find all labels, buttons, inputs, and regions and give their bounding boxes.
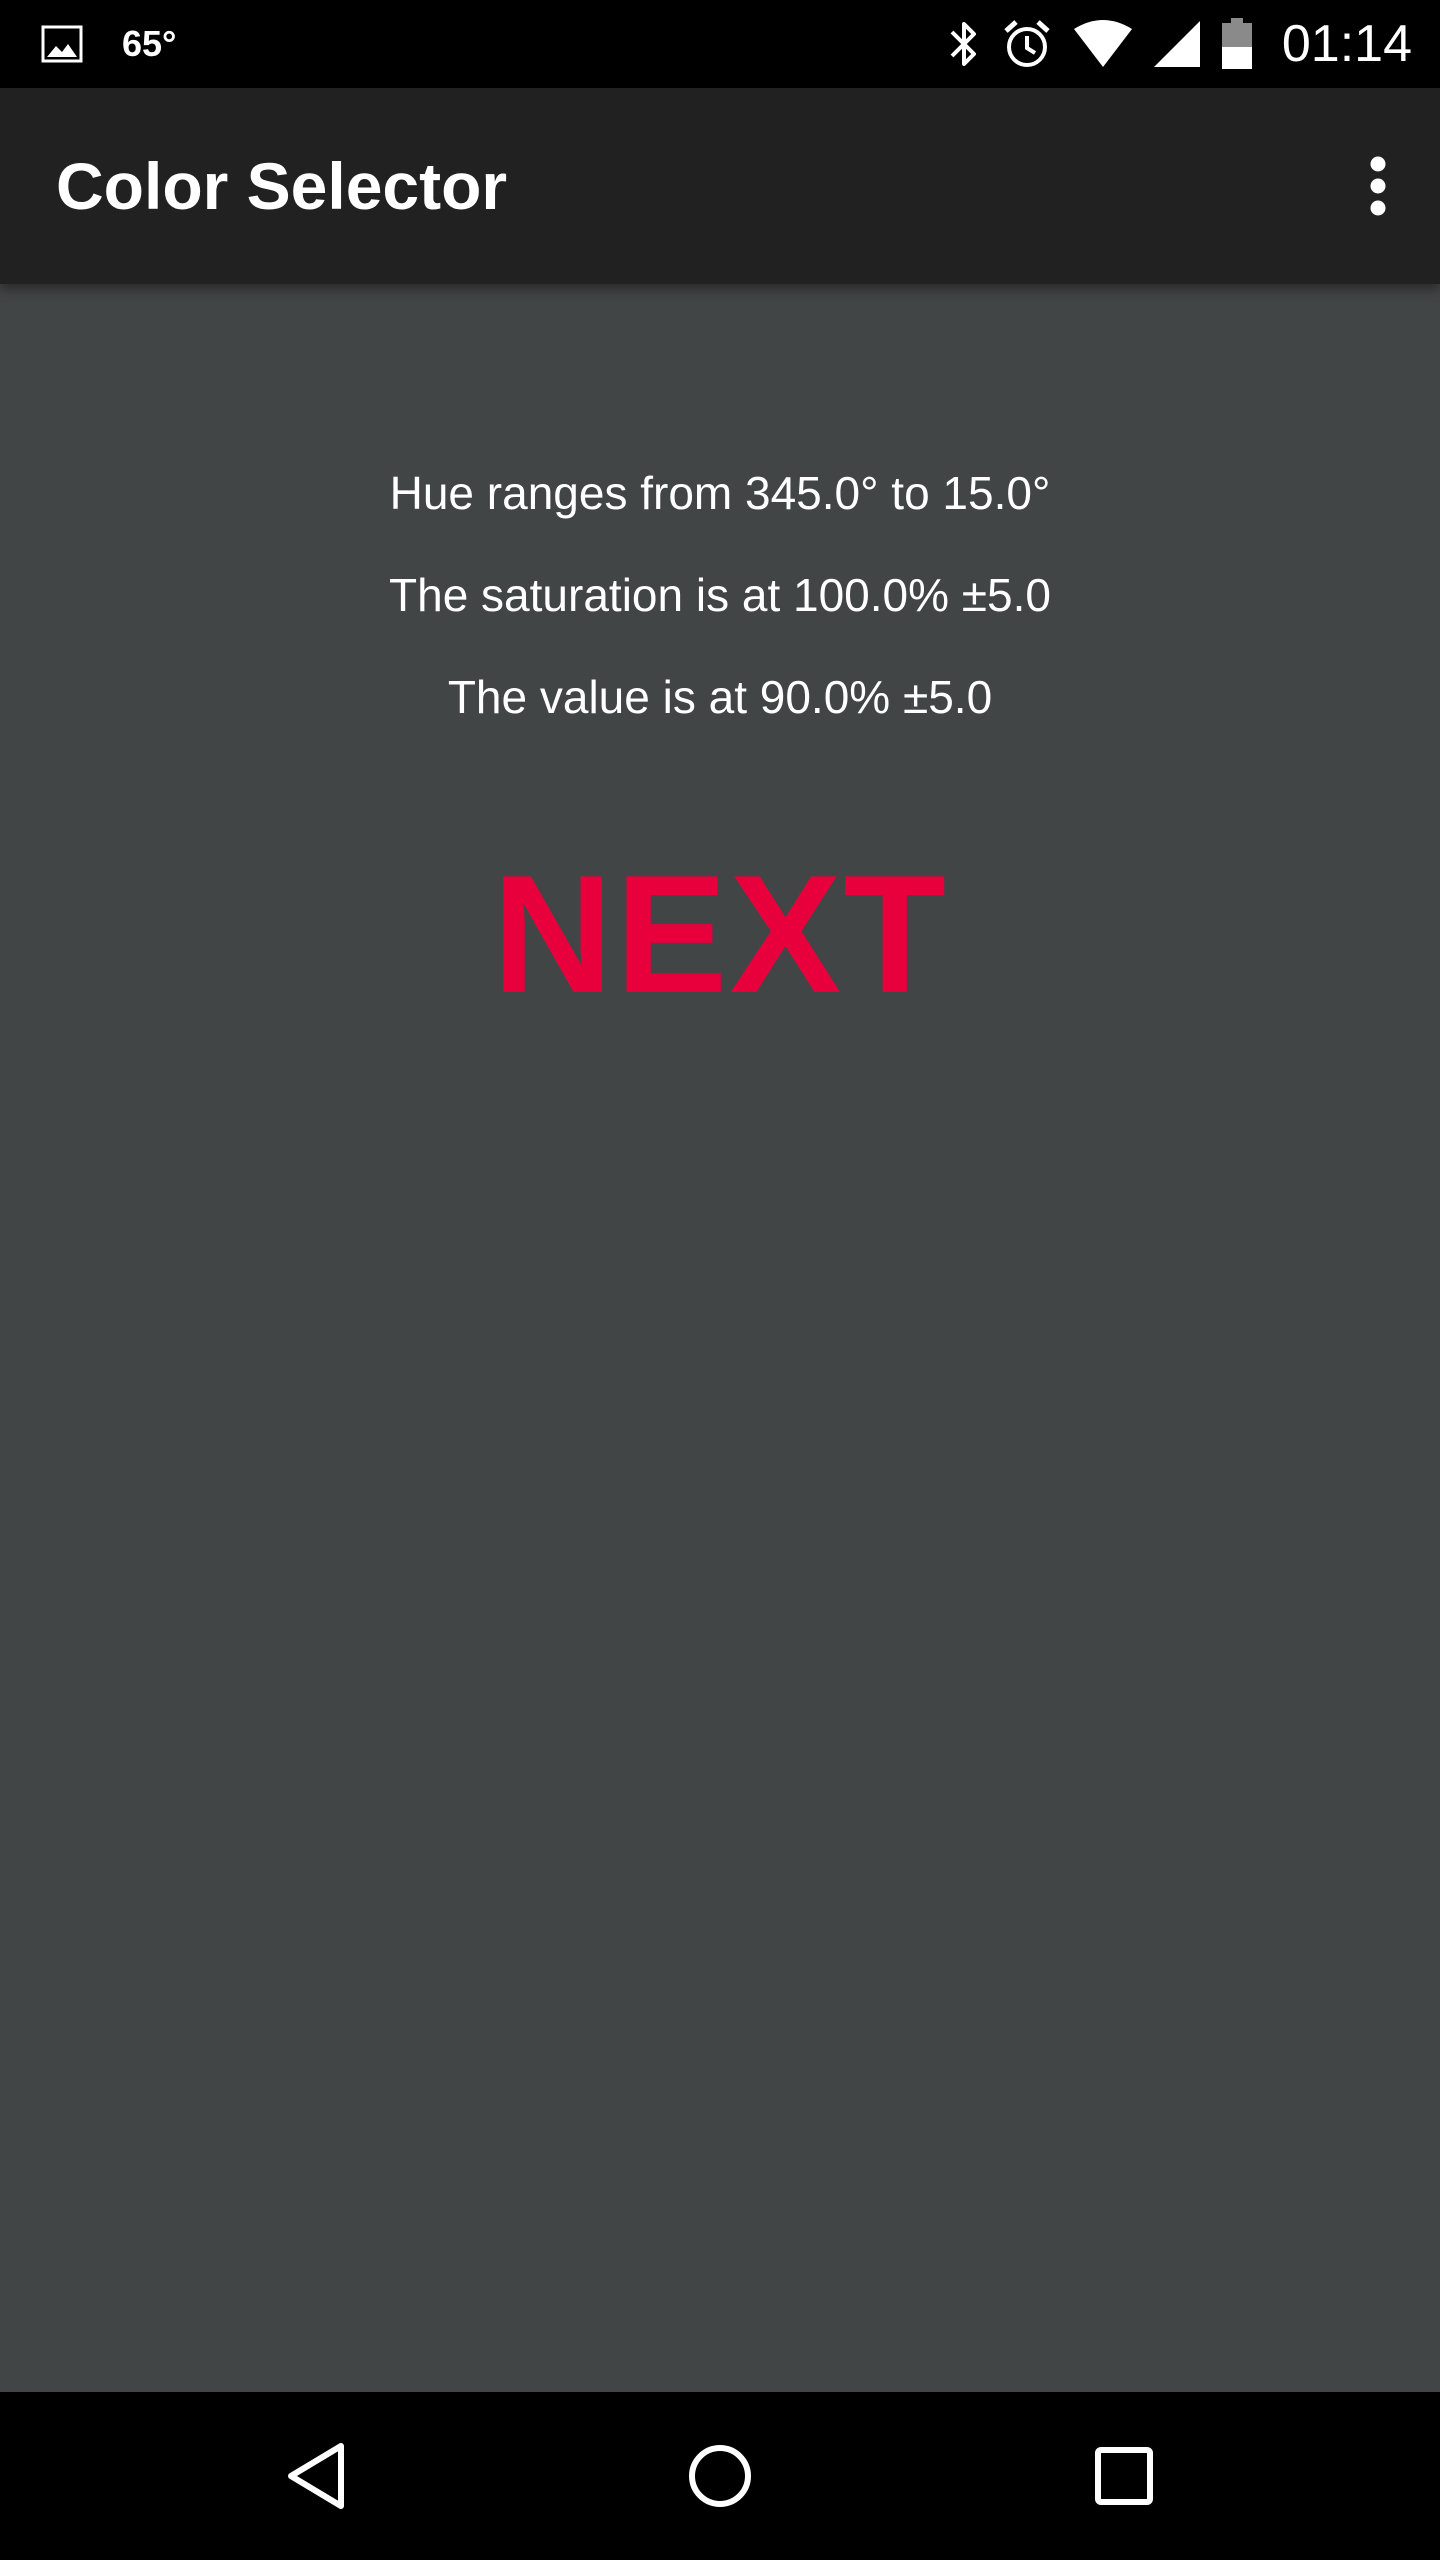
value-text: The value is at 90.0% ±5.0 xyxy=(447,671,993,723)
bluetooth-icon xyxy=(950,22,976,66)
screen: 65° 01:14 Color Selector Hue ranges from… xyxy=(0,0,1440,2560)
recents-button[interactable] xyxy=(1004,2392,1244,2560)
status-right: 01:14 xyxy=(946,14,1440,74)
wifi-icon xyxy=(1073,20,1132,67)
home-button[interactable] xyxy=(600,2392,840,2560)
weather-temperature: 65° xyxy=(122,23,177,64)
status-left: 65° xyxy=(0,22,176,66)
hue-range-text: Hue ranges from 345.0° to 15.0° xyxy=(389,467,1051,519)
more-vert-icon xyxy=(1370,156,1386,216)
saturation-text: The saturation is at 100.0% ±5.0 xyxy=(389,569,1051,621)
home-icon xyxy=(689,2445,751,2507)
app-title: Color Selector xyxy=(56,149,508,223)
image-icon xyxy=(41,25,83,63)
next-button[interactable]: NEXT xyxy=(470,840,970,1028)
main-content: Hue ranges from 345.0° to 15.0° The satu… xyxy=(0,284,1440,2392)
app-bar: Color Selector xyxy=(0,88,1440,284)
cell-signal-icon xyxy=(1153,21,1200,67)
navigation-bar xyxy=(0,2392,1440,2560)
overflow-menu-button[interactable] xyxy=(1346,136,1410,236)
back-icon xyxy=(288,2443,344,2509)
recents-icon xyxy=(1095,2447,1153,2505)
alarm-icon xyxy=(1004,20,1050,67)
status-bar: 65° 01:14 xyxy=(0,0,1440,88)
clock: 01:14 xyxy=(1281,15,1412,73)
battery-icon xyxy=(1221,18,1252,69)
back-button[interactable] xyxy=(196,2392,436,2560)
